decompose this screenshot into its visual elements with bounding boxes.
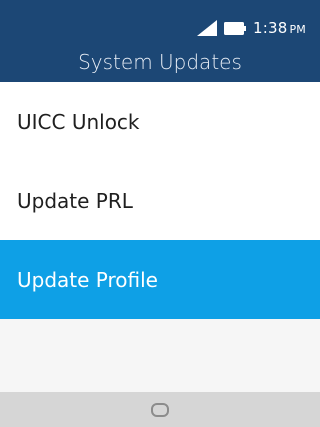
- time-ampm: PM: [289, 23, 306, 36]
- header: 1:38 PM System Updates: [0, 0, 320, 82]
- menu-item-update-profile[interactable]: Update Profile: [0, 240, 320, 319]
- time-value: 1:38: [252, 19, 288, 37]
- page-title: System Updates: [78, 50, 242, 74]
- circle-softkey-icon[interactable]: [151, 402, 169, 417]
- settings-menu: UICC Unlock Update PRL Update Profile: [0, 82, 320, 319]
- menu-item-update-prl[interactable]: Update PRL: [0, 161, 320, 240]
- screen: 1:38 PM System Updates UICC Unlock Update…: [0, 0, 320, 427]
- softkey-bar: [0, 392, 320, 427]
- battery-icon: [223, 21, 246, 35]
- status-bar: 1:38 PM: [196, 16, 306, 40]
- status-time: 1:38 PM: [253, 19, 306, 37]
- signal-icon: [196, 20, 217, 36]
- menu-item-uicc-unlock[interactable]: UICC Unlock: [0, 82, 320, 161]
- empty-list-area: [0, 319, 320, 392]
